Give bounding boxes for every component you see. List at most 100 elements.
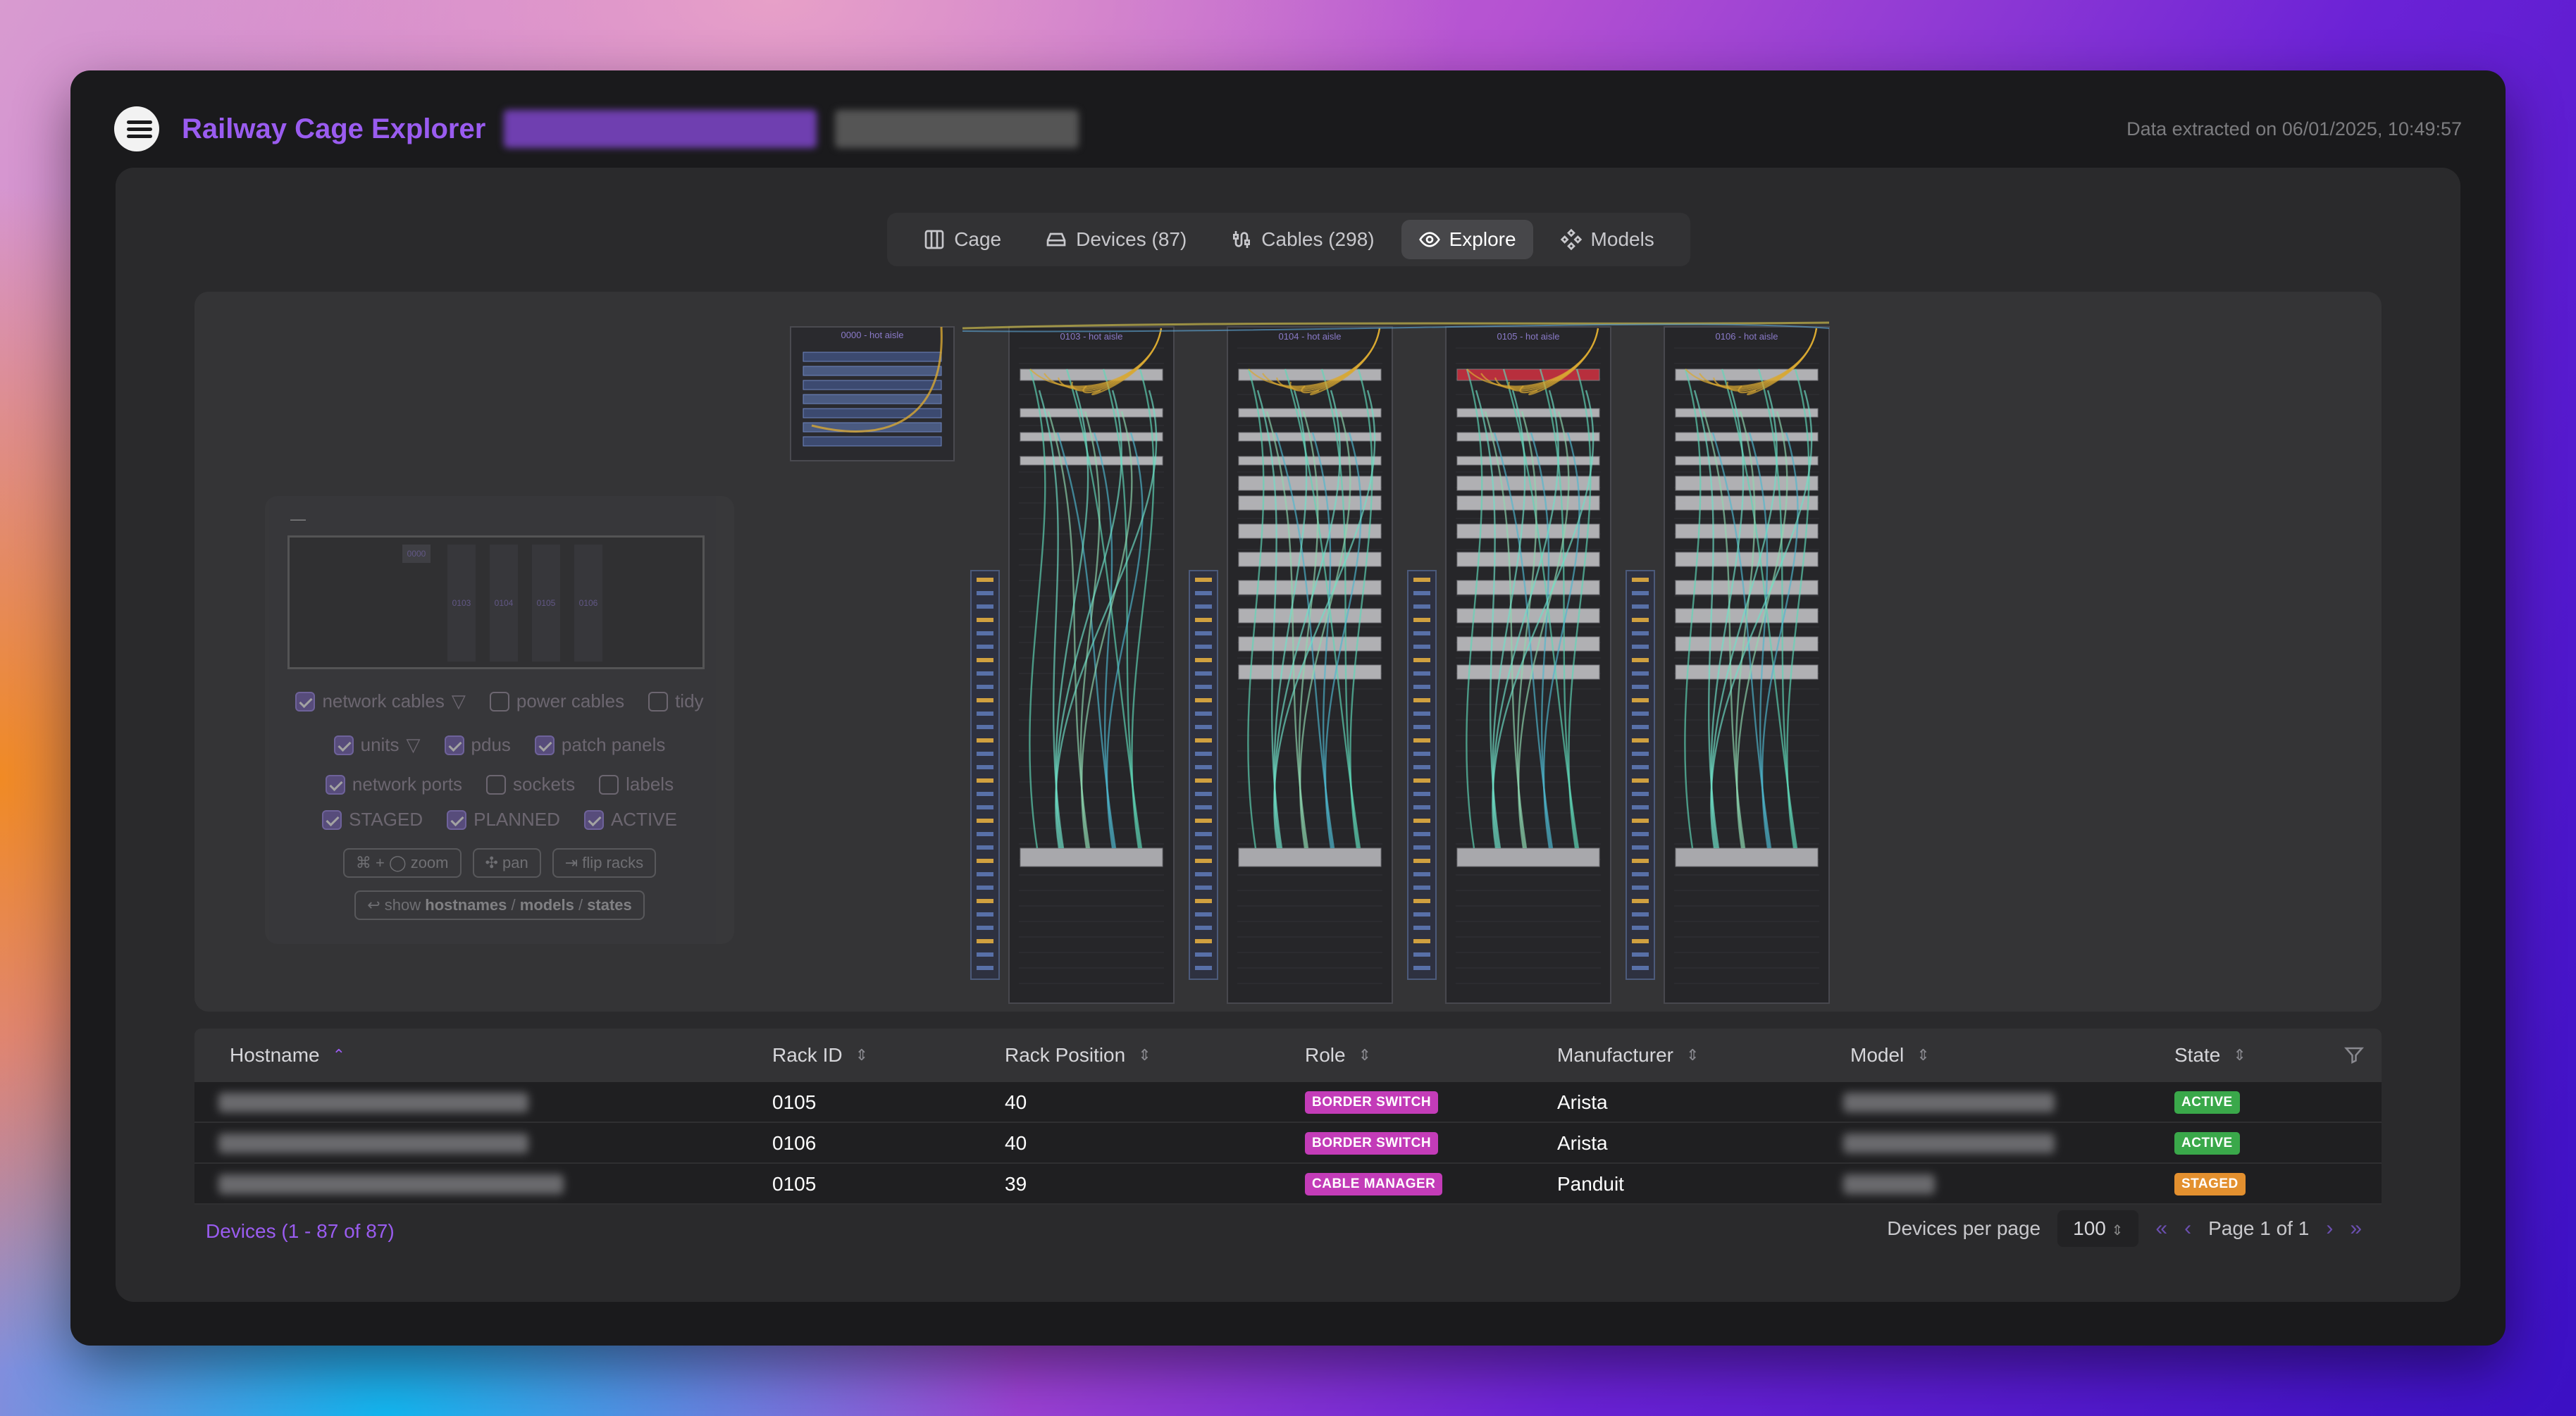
- sort-icon[interactable]: ⇕: [1138, 1046, 1151, 1064]
- filter-icon[interactable]: [2343, 1045, 2365, 1066]
- planned-checkbox[interactable]: PLANNED: [447, 809, 560, 831]
- col-state[interactable]: State ⇕: [2174, 1044, 2246, 1067]
- pdu-socket: [1413, 832, 1430, 836]
- minimap-rack-0103[interactable]: 0103: [447, 545, 476, 662]
- active-checkbox[interactable]: ACTIVE: [583, 809, 677, 831]
- state-badge: ACTIVE: [2174, 1091, 2240, 1114]
- view-tabs: Cage Devices (87) Cables (298) Explore M…: [887, 213, 1690, 266]
- pan-hint-button[interactable]: ✣ pan: [472, 848, 541, 878]
- device: [1020, 847, 1163, 867]
- sockets-checkbox[interactable]: sockets: [485, 774, 575, 795]
- pdu-socket: [1413, 926, 1430, 930]
- filter-icon[interactable]: ▽: [407, 734, 421, 756]
- tab-cables[interactable]: Cables (298): [1213, 220, 1391, 259]
- minimap-rack-0104[interactable]: 0104: [490, 545, 518, 662]
- show-labels-toggle[interactable]: ↩ show hostnames / models / states: [354, 890, 645, 920]
- pdu-socket: [1632, 899, 1649, 903]
- device: [1675, 495, 1819, 511]
- col-rack-id[interactable]: Rack ID ⇕: [772, 1044, 868, 1067]
- zoom-hint-button[interactable]: ⌘ + ◯ zoom: [342, 848, 462, 878]
- extraction-timestamp: Data extracted on 06/01/2025, 10:49:57: [2126, 118, 2462, 139]
- tab-label: Models: [1590, 228, 1654, 250]
- sort-icon[interactable]: ⇕: [2233, 1046, 2246, 1064]
- pdu-socket: [1413, 805, 1430, 809]
- sort-icon[interactable]: ⇕: [855, 1046, 868, 1064]
- table-row[interactable]: 0105 40 BORDER SWITCH Arista ACTIVE: [194, 1082, 2382, 1123]
- redacted-model: [1843, 1134, 2055, 1153]
- col-hostname[interactable]: Hostname ⌃: [230, 1044, 345, 1067]
- col-rack-position[interactable]: Rack Position ⇕: [1005, 1044, 1151, 1067]
- pdu-socket: [1195, 886, 1212, 890]
- staged-checkbox[interactable]: STAGED: [322, 809, 423, 831]
- tab-models[interactable]: Models: [1543, 220, 1671, 259]
- pdu-socket: [977, 604, 993, 609]
- tab-label: Devices (87): [1076, 228, 1187, 250]
- col-manufacturer[interactable]: Manufacturer ⇕: [1557, 1044, 1699, 1067]
- redacted-model: [1843, 1174, 1935, 1194]
- sort-asc-icon[interactable]: ⌃: [333, 1046, 345, 1064]
- rack-position-cell: 40: [1005, 1132, 1027, 1154]
- sort-icon[interactable]: ⇕: [1686, 1046, 1699, 1064]
- per-page-select[interactable]: 100 ⇕: [2057, 1210, 2139, 1247]
- tab-cage[interactable]: Cage: [906, 220, 1018, 259]
- pdu-socket: [1195, 725, 1212, 729]
- table-row[interactable]: 0106 40 BORDER SWITCH Arista ACTIVE: [194, 1123, 2382, 1164]
- pdu-socket: [1413, 591, 1430, 595]
- rack-id-cell: 0105: [772, 1173, 817, 1195]
- col-role[interactable]: Role ⇕: [1305, 1044, 1371, 1067]
- rack-label: 0000 - hot aisle: [841, 330, 904, 340]
- pdu-socket: [1413, 819, 1430, 823]
- prev-page-icon[interactable]: ‹: [2184, 1217, 2191, 1241]
- minimap-rack-0000[interactable]: 0000: [402, 545, 431, 563]
- tab-devices[interactable]: Devices (87): [1028, 220, 1203, 259]
- pdu-socket: [1632, 952, 1649, 957]
- minimap[interactable]: 0000 0103 0104 0105 0106: [287, 535, 705, 669]
- labels-checkbox[interactable]: labels: [599, 774, 674, 795]
- flip-racks-button[interactable]: ⇥ flip racks: [552, 848, 657, 878]
- pdu-socket: [977, 899, 993, 903]
- pdu-socket: [977, 578, 993, 582]
- next-page-icon[interactable]: ›: [2326, 1217, 2333, 1241]
- pdu-socket: [1413, 859, 1430, 863]
- sort-icon[interactable]: ⇕: [1358, 1046, 1371, 1064]
- pdu-socket: [1413, 658, 1430, 662]
- device: [1675, 408, 1819, 418]
- col-model[interactable]: Model ⇕: [1850, 1044, 1930, 1067]
- last-page-icon[interactable]: »: [2350, 1217, 2362, 1241]
- pdu-socket: [1632, 658, 1649, 662]
- pdu-socket: [1632, 819, 1649, 823]
- tidy-checkbox[interactable]: tidy: [648, 690, 704, 712]
- power-cables-checkbox[interactable]: power cables: [489, 690, 624, 712]
- pdu-socket: [1632, 886, 1649, 890]
- options-row-cables: network cables ▽ power cables tidy: [265, 690, 734, 712]
- patch-panels-checkbox[interactable]: patch panels: [534, 734, 665, 756]
- network-ports-checkbox[interactable]: network ports: [325, 774, 462, 795]
- tab-explore[interactable]: Explore: [1401, 220, 1533, 259]
- network-cables-checkbox[interactable]: network cables ▽: [295, 690, 466, 712]
- pdu-socket: [1413, 618, 1430, 622]
- pdu-socket: [1413, 952, 1430, 957]
- pdu-socket: [1195, 645, 1212, 649]
- pdus-checkbox[interactable]: pdus: [444, 734, 511, 756]
- device: [1675, 847, 1819, 867]
- pdu-socket: [1632, 591, 1649, 595]
- pdu-socket: [1632, 792, 1649, 796]
- minimap-rack-0105[interactable]: 0105: [532, 545, 560, 662]
- devices-count: Devices (1 - 87 of 87): [206, 1220, 395, 1242]
- pdu-socket: [977, 752, 993, 756]
- pdu-socket: [1413, 685, 1430, 689]
- device-unit: [803, 436, 942, 447]
- sort-icon[interactable]: ⇕: [1916, 1046, 1929, 1064]
- pdu-socket: [1632, 805, 1649, 809]
- pdu-socket: [1195, 939, 1212, 943]
- table-row[interactable]: 0105 39 CABLE MANAGER Panduit STAGED: [194, 1164, 2382, 1205]
- units-checkbox[interactable]: units ▽: [333, 734, 421, 756]
- minimap-rack-0106[interactable]: 0106: [574, 545, 602, 662]
- filter-icon[interactable]: ▽: [452, 690, 466, 712]
- device: [1456, 847, 1600, 867]
- rack-explorer-canvas[interactable]: 0000 - hot aisle 0103 - hot aisle 0104 - h…: [194, 292, 2382, 1012]
- device: [1675, 664, 1819, 680]
- app-title: Railway Cage Explorer: [182, 113, 486, 144]
- pdu-socket: [1413, 872, 1430, 876]
- first-page-icon[interactable]: «: [2155, 1217, 2167, 1241]
